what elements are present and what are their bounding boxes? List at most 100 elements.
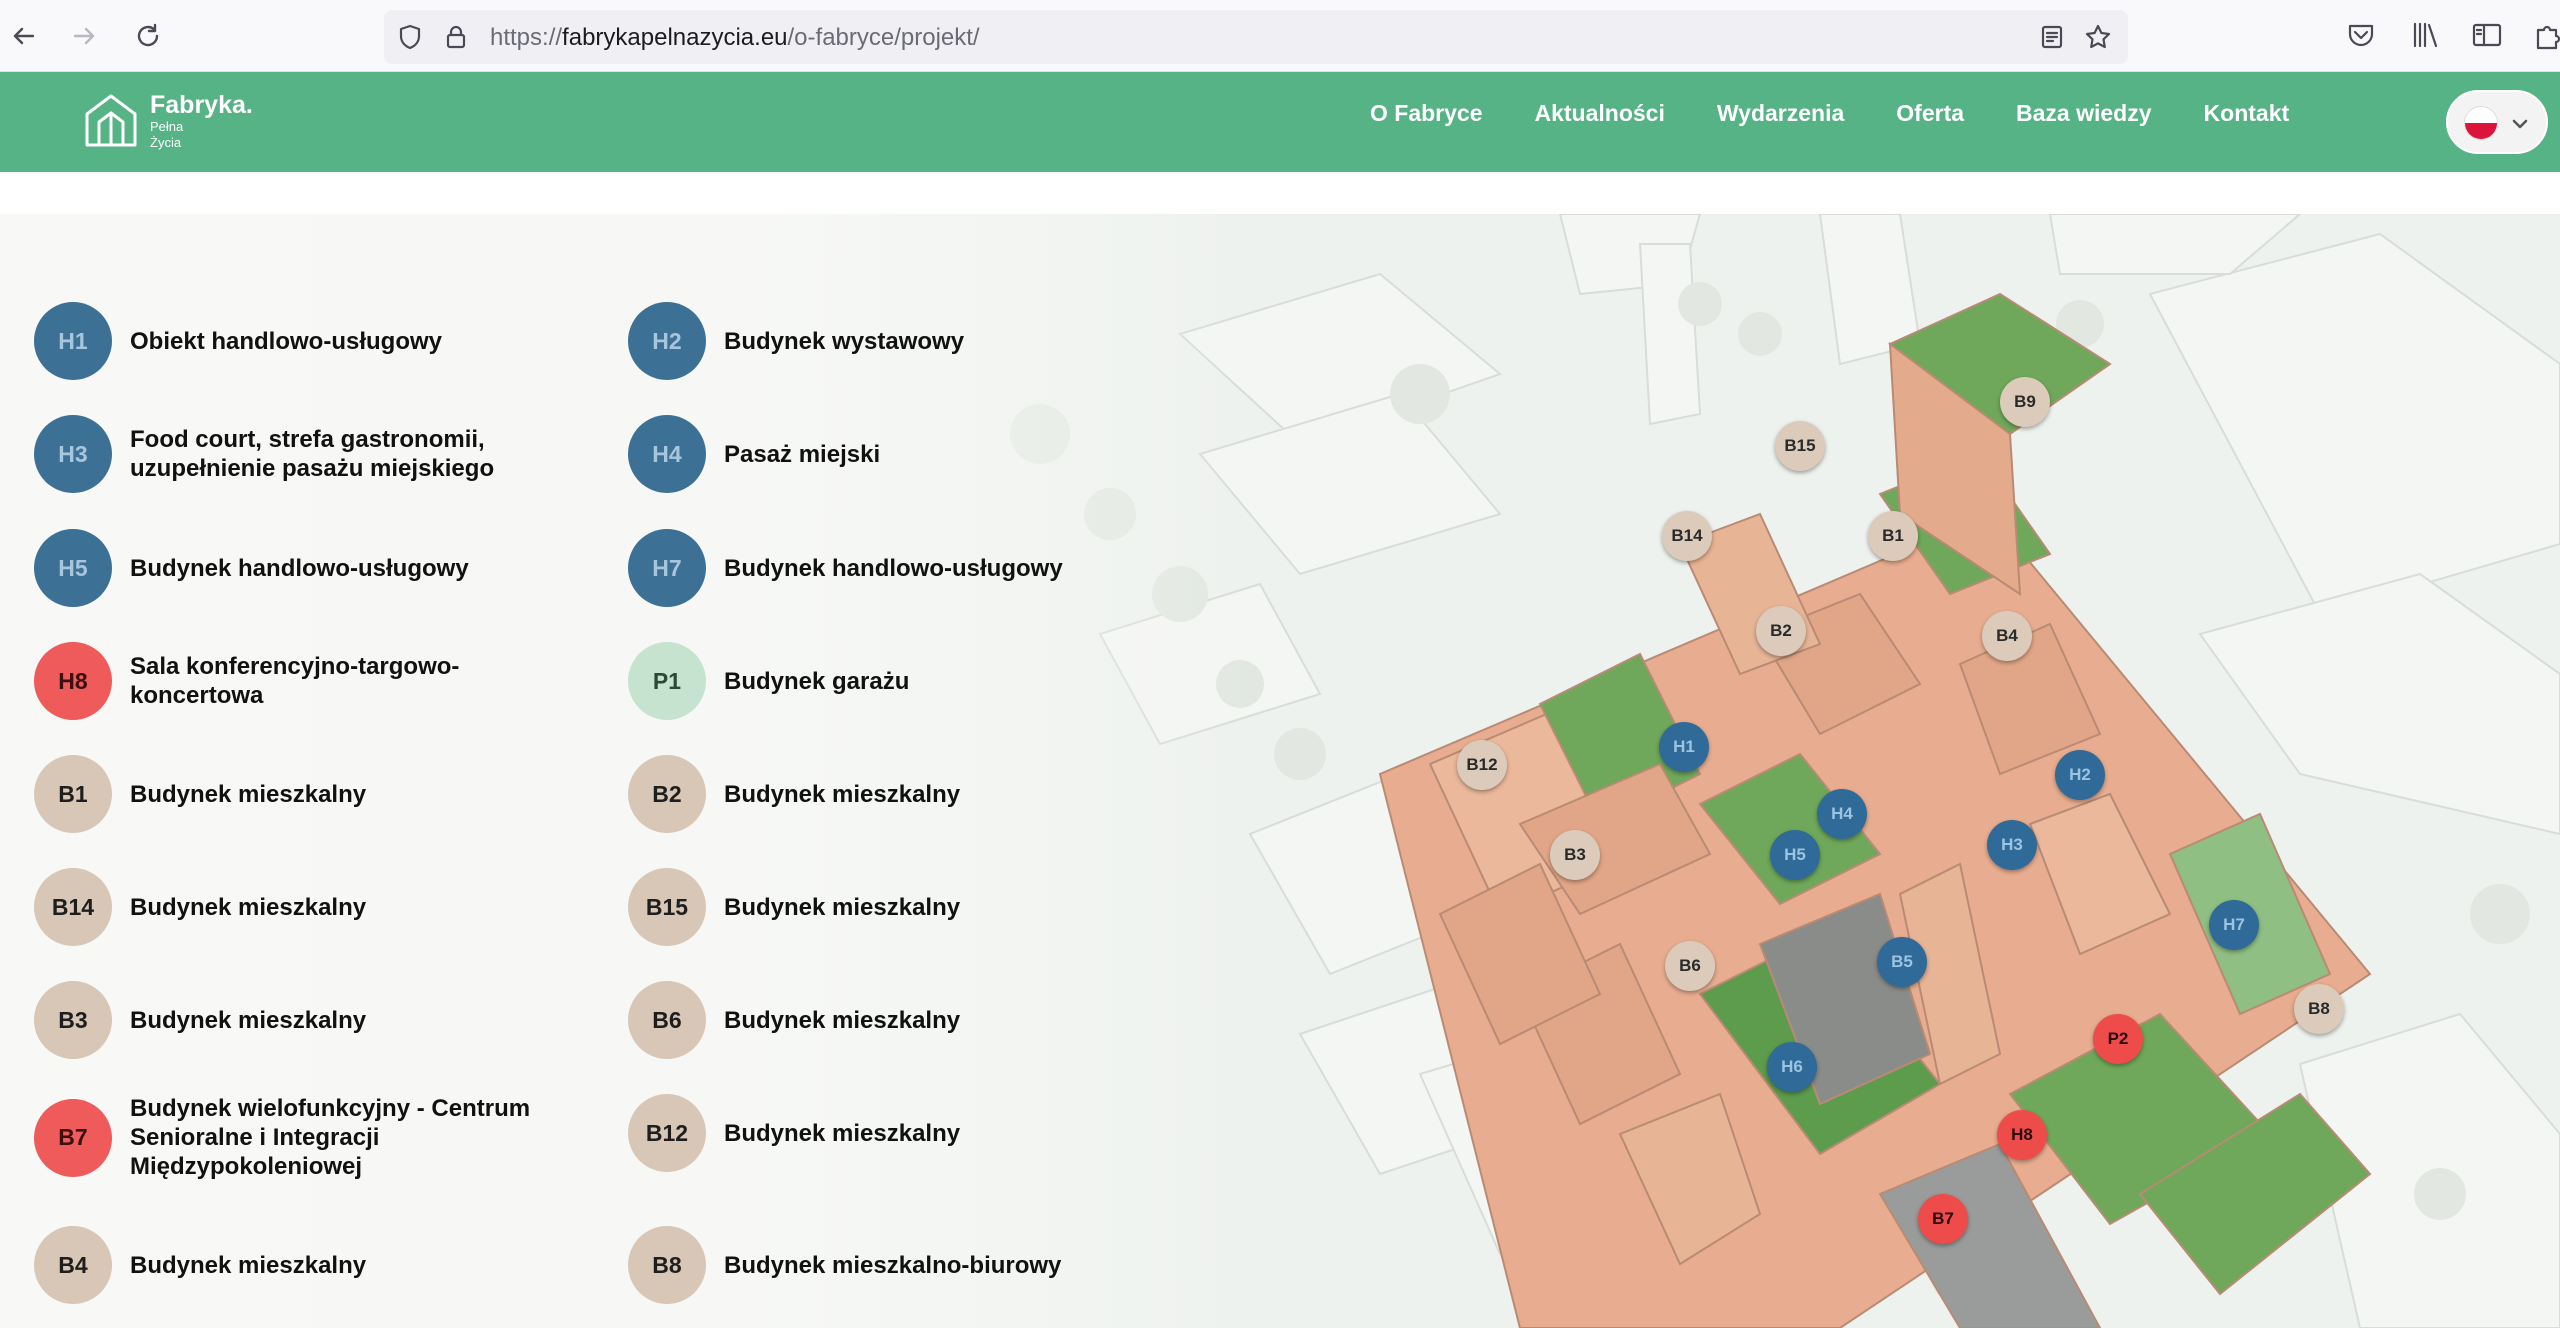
- map-pin-h8[interactable]: H8: [1997, 1110, 2047, 1160]
- legend-item-h5[interactable]: H5 Budynek handlowo-usługowy: [34, 529, 469, 607]
- legend-badge: H8: [34, 642, 112, 720]
- legend-label: Budynek mieszkalny: [724, 1119, 961, 1147]
- project-content: B9 B15 B14 B1 B2 B4 B12 H1 H2 H4 H3 B3 H…: [0, 214, 2560, 1328]
- map-pin-b1[interactable]: B1: [1868, 511, 1918, 561]
- legend-badge: B3: [34, 981, 112, 1059]
- reload-icon: [137, 23, 159, 47]
- nav-aktualnosci[interactable]: Aktualności: [1535, 98, 1665, 128]
- logo-title: Fabryka.: [150, 91, 253, 119]
- legend-label: Budynek mieszkalny: [724, 780, 961, 808]
- lock-icon[interactable]: [442, 23, 470, 51]
- legend-item-b6[interactable]: B6 Budynek mieszkalny: [628, 981, 960, 1059]
- map-pin-b15[interactable]: B15: [1775, 421, 1825, 471]
- legend-badge: B4: [34, 1226, 112, 1304]
- legend-badge: B15: [628, 868, 706, 946]
- library-icon[interactable]: [2408, 18, 2444, 54]
- map-pin-h1[interactable]: H1: [1659, 722, 1709, 772]
- legend-label: Budynek handlowo-usługowy: [724, 554, 1063, 582]
- pocket-icon[interactable]: [2344, 18, 2380, 54]
- map-pin-b14[interactable]: B14: [1662, 511, 1712, 561]
- map-pin-h3[interactable]: H3: [1987, 820, 2037, 870]
- url-text[interactable]: https://fabrykapelnazycia.eu/o-fabryce/p…: [490, 24, 980, 52]
- legend-badge: B7: [34, 1098, 112, 1177]
- chevron-down-icon: [2510, 114, 2530, 139]
- legend-item-b2[interactable]: B2 Budynek mieszkalny: [628, 755, 960, 833]
- map-pin-h2[interactable]: H2: [2055, 750, 2105, 800]
- legend-item-b7[interactable]: B7 Budynek wielofunkcyjny - Centrum Seni…: [34, 1094, 570, 1181]
- legend-item-h2[interactable]: H2 Budynek wystawowy: [628, 302, 964, 380]
- url-bar[interactable]: https://fabrykapelnazycia.eu/o-fabryce/p…: [384, 10, 2128, 64]
- forward-icon: [73, 27, 95, 45]
- legend-badge: H3: [34, 415, 112, 493]
- site-logo[interactable]: Fabryka. Pełna Życia: [84, 92, 253, 153]
- map-pin-h4[interactable]: H4: [1817, 789, 1867, 839]
- site-header: Fabryka. Pełna Życia O Fabryce Aktualnoś…: [0, 72, 2560, 172]
- reader-view-icon[interactable]: [2038, 23, 2066, 51]
- legend-label: Budynek mieszkalny: [130, 780, 367, 808]
- legend-item-b15[interactable]: B15 Budynek mieszkalny: [628, 868, 960, 946]
- legend-badge: H5: [34, 529, 112, 607]
- language-selector[interactable]: [2446, 90, 2548, 154]
- main-nav: O Fabryce Aktualności Wydarzenia Oferta …: [1370, 98, 2341, 128]
- legend-badge: B8: [628, 1226, 706, 1304]
- map-pin-h5[interactable]: H5: [1770, 830, 1820, 880]
- legend-label: Sala konferencyjno-targowo-koncertowa: [130, 653, 460, 709]
- map-pin-b7[interactable]: B7: [1918, 1194, 1968, 1244]
- legend-badge: H7: [628, 529, 706, 607]
- legend-item-b12[interactable]: B12 Budynek mieszkalny: [628, 1094, 960, 1172]
- shield-icon[interactable]: [396, 23, 424, 51]
- legend-item-h8[interactable]: H8 Sala konferencyjno-targowo-koncertowa: [34, 642, 570, 720]
- legend-label: Food court, strefa gastronomii, uzupełni…: [130, 426, 495, 482]
- legend-item-h7[interactable]: H7 Budynek handlowo-usługowy: [628, 529, 1063, 607]
- legend-badge: P1: [628, 642, 706, 720]
- nav-o-fabryce[interactable]: O Fabryce: [1370, 98, 1483, 128]
- map-pin-b9[interactable]: B9: [2000, 377, 2050, 427]
- logo-icon: [84, 92, 138, 153]
- legend-badge: B6: [628, 981, 706, 1059]
- map-pin-p2[interactable]: P2: [2093, 1014, 2143, 1064]
- legend-label: Pasaż miejski: [724, 440, 881, 468]
- extensions-icon[interactable]: [2530, 18, 2560, 54]
- legend-label: Budynek mieszkalny: [130, 1251, 367, 1279]
- map-pin-h6[interactable]: H6: [1767, 1042, 1817, 1092]
- browser-toolbar: https://fabrykapelnazycia.eu/o-fabryce/p…: [0, 0, 2560, 72]
- legend-item-b1[interactable]: B1 Budynek mieszkalny: [34, 755, 366, 833]
- polish-flag-icon: [2464, 106, 2498, 140]
- map-pin-b12[interactable]: B12: [1457, 740, 1507, 790]
- map-pin-b2[interactable]: B2: [1756, 606, 1806, 656]
- nav-oferta[interactable]: Oferta: [1896, 98, 1964, 128]
- map-pin-b5[interactable]: B5: [1877, 937, 1927, 987]
- map-pin-b6[interactable]: B6: [1665, 941, 1715, 991]
- nav-wydarzenia[interactable]: Wydarzenia: [1717, 98, 1844, 128]
- logo-subtitle-1: Pełna: [150, 119, 184, 134]
- sidebar-icon[interactable]: [2470, 18, 2506, 54]
- map-pin-b3[interactable]: B3: [1550, 830, 1600, 880]
- bookmark-star-icon[interactable]: [2084, 23, 2112, 51]
- forward-button[interactable]: [62, 14, 106, 58]
- legend-item-h3[interactable]: H3 Food court, strefa gastronomii, uzupe…: [34, 415, 570, 493]
- legend-item-b14[interactable]: B14 Budynek mieszkalny: [34, 868, 366, 946]
- legend-item-p1[interactable]: P1 Budynek garażu: [628, 642, 909, 720]
- legend-label: Budynek mieszkalny: [130, 893, 367, 921]
- map-pin-b8[interactable]: B8: [2294, 984, 2344, 1034]
- map-pin-b4[interactable]: B4: [1982, 611, 2032, 661]
- legend-item-h1[interactable]: H1 Obiekt handlowo-usługowy: [34, 302, 442, 380]
- nav-baza-wiedzy[interactable]: Baza wiedzy: [2016, 98, 2152, 128]
- back-button[interactable]: [2, 14, 46, 58]
- legend-item-b4[interactable]: B4 Budynek mieszkalny: [34, 1226, 366, 1304]
- legend-badge: B1: [34, 755, 112, 833]
- legend-label: Budynek mieszkalno-biurowy: [724, 1251, 1062, 1279]
- map-pin-h7[interactable]: H7: [2209, 900, 2259, 950]
- legend-item-b8[interactable]: B8 Budynek mieszkalno-biurowy: [628, 1226, 1061, 1304]
- legend-label: Budynek wystawowy: [724, 327, 965, 355]
- legend-item-b3[interactable]: B3 Budynek mieszkalny: [34, 981, 366, 1059]
- reload-button[interactable]: [126, 14, 170, 58]
- legend-item-h4[interactable]: H4 Pasaż miejski: [628, 415, 880, 493]
- legend-badge: B14: [34, 868, 112, 946]
- nav-kontakt[interactable]: Kontakt: [2204, 98, 2290, 128]
- legend-label: Budynek mieszkalny: [724, 893, 961, 921]
- legend-label: Budynek mieszkalny: [724, 1006, 961, 1034]
- back-icon: [13, 27, 35, 45]
- legend-badge: H1: [34, 302, 112, 380]
- legend-label: Budynek mieszkalny: [130, 1006, 367, 1034]
